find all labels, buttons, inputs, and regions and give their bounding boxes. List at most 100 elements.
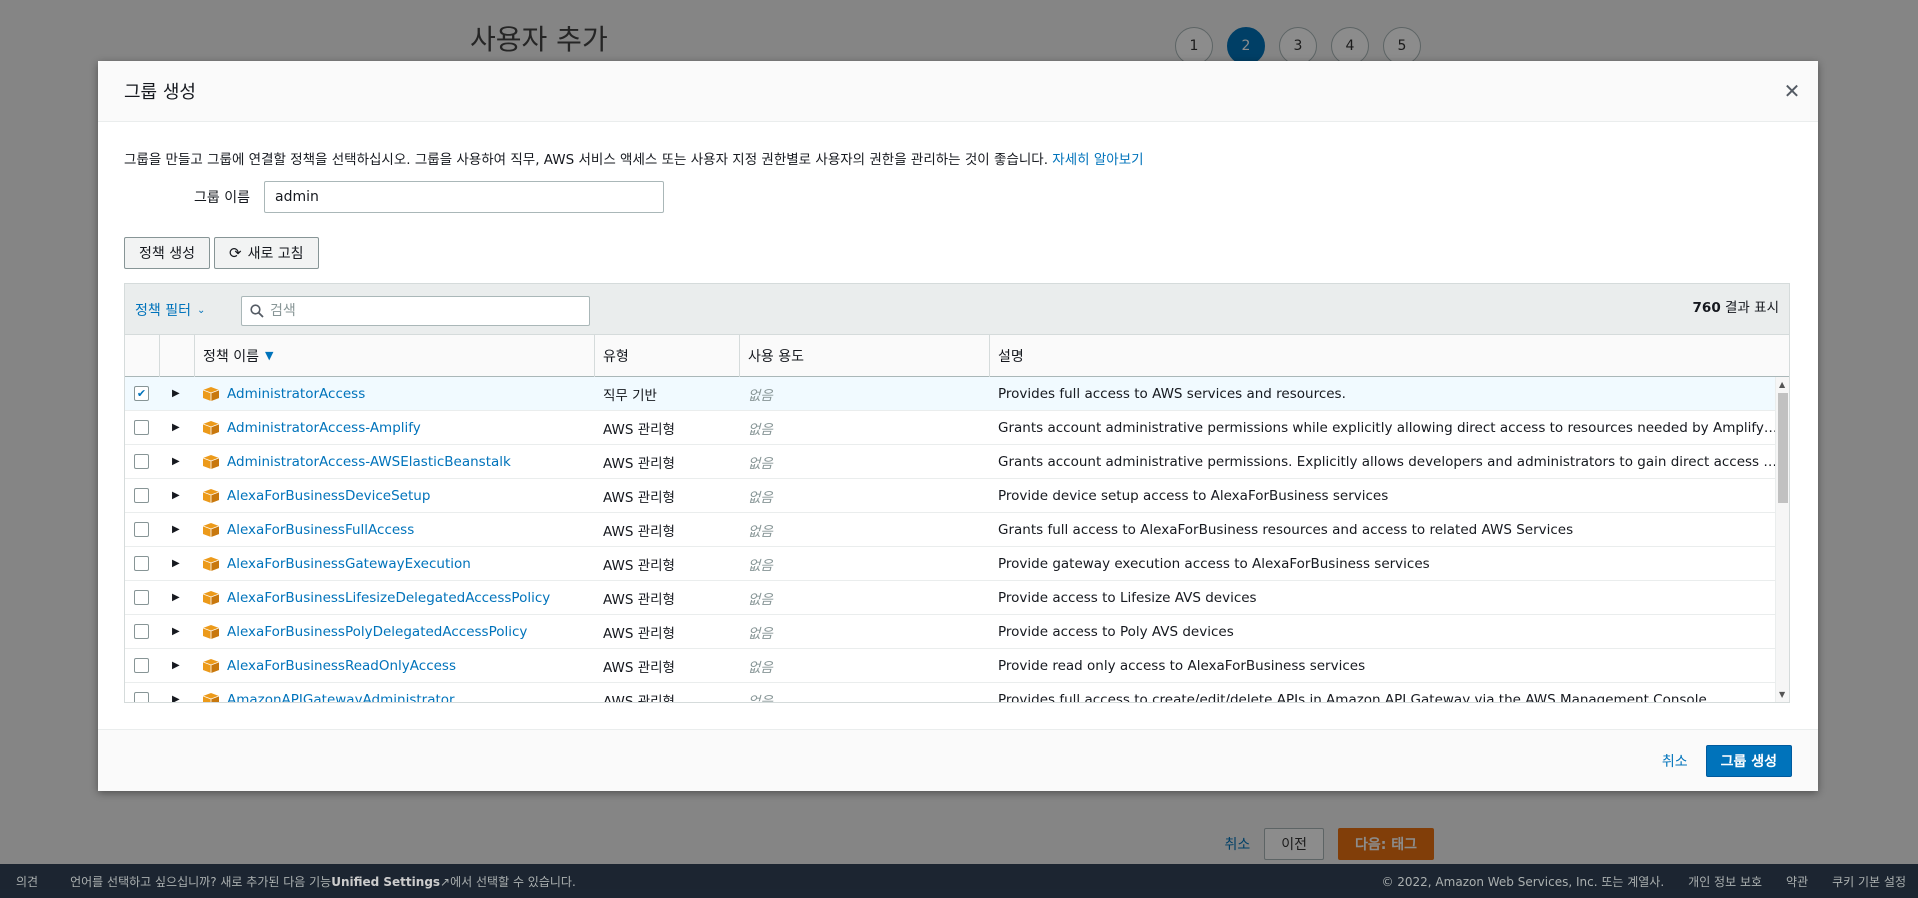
expand-triangle-icon[interactable]: ▶ [172, 592, 180, 603]
result-count-suffix: 결과 표시 [1725, 300, 1779, 316]
result-count: 760 결과 표시 [1693, 296, 1779, 316]
policy-description: Provide gateway execution access to Alex… [998, 555, 1430, 572]
policy-use: 없음 [748, 693, 773, 703]
policy-name-link[interactable]: AmazonAPIGatewayAdministrator [227, 692, 455, 703]
expand-triangle-icon[interactable]: ▶ [172, 388, 180, 399]
search-input[interactable] [270, 303, 570, 319]
row-name-cell: AlexaForBusinessDeviceSetup [195, 479, 595, 513]
row-name-cell: AdministratorAccess-Amplify [195, 411, 595, 445]
policy-name-link[interactable]: AlexaForBusinessPolyDelegatedAccessPolic… [227, 624, 527, 640]
expand-triangle-icon[interactable]: ▶ [172, 456, 180, 467]
row-select-cell [125, 479, 160, 513]
row-select-cell [125, 615, 160, 649]
row-checkbox[interactable] [134, 488, 149, 503]
policy-use: 없음 [748, 591, 773, 608]
row-type-cell: AWS 관리형 [595, 615, 740, 649]
row-checkbox[interactable] [134, 556, 149, 571]
table-row[interactable]: ✔ ▶ AdministratorAccess 직무 기반 없음 Provides ful… [125, 377, 1789, 411]
group-name-input[interactable] [264, 181, 664, 213]
expand-triangle-icon[interactable]: ▶ [172, 660, 180, 671]
row-expand-cell: ▶ [160, 513, 195, 547]
row-checkbox[interactable] [134, 420, 149, 435]
policy-type: AWS 관리형 [603, 455, 675, 472]
row-desc-cell: Provide device setup access to AlexaForB… [990, 479, 1789, 513]
row-checkbox[interactable]: ✔ [134, 386, 149, 401]
table-row[interactable]: ▶ AdministratorAccess-Amplify AWS 관리형 없음 Gra… [125, 411, 1789, 445]
policy-package-icon [203, 420, 219, 435]
learn-more-link[interactable]: 자세히 알아보기 [1052, 152, 1143, 168]
expand-triangle-icon[interactable]: ▶ [172, 626, 180, 637]
header-description[interactable]: 설명 [990, 335, 1789, 377]
header-policy-name[interactable]: 정책 이름 ▼ [195, 334, 595, 377]
policy-description: Provide read only access to AlexaForBusi… [998, 657, 1366, 674]
policy-use: 없음 [748, 421, 773, 438]
table-row[interactable]: ▶ AdministratorAccess-AWSElasticBeanstalk… [125, 445, 1789, 479]
policy-name-link[interactable]: AlexaForBusinessLifesizeDelegatedAccessP… [227, 590, 550, 606]
row-checkbox[interactable] [134, 454, 149, 469]
policy-type: 직무 기반 [603, 387, 657, 404]
row-name-cell: AmazonAPIGatewayAdministrator [195, 683, 595, 703]
table-scrollbar[interactable]: ▲ ▼ [1775, 377, 1789, 702]
scroll-thumb[interactable] [1778, 393, 1788, 503]
table-row[interactable]: ▶ AlexaForBusinessPolyDelegatedAccessPoli… [125, 615, 1789, 649]
row-checkbox[interactable] [134, 692, 149, 702]
table-row[interactable]: ▶ AlexaForBusinessGatewayExecution AWS 관리형… [125, 547, 1789, 581]
policy-filter-label: 정책 필터 [135, 303, 191, 319]
search-icon [250, 304, 264, 318]
row-expand-cell: ▶ [160, 445, 195, 479]
row-use-cell: 없음 [740, 547, 990, 581]
policy-name-link[interactable]: AdministratorAccess [227, 386, 365, 402]
create-group-modal: 그룹 생성 ✕ 그룹을 만들고 그룹에 연결할 정책을 선택하십시오. 그룹을 … [98, 61, 1818, 791]
row-checkbox[interactable] [134, 658, 149, 673]
table-row[interactable]: ▶ AlexaForBusinessLifesizeDelegatedAccess… [125, 581, 1789, 615]
search-box [241, 296, 590, 326]
refresh-button[interactable]: ⟳ 새로 고침 [213, 237, 319, 269]
table-row[interactable]: ▶ AmazonAPIGatewayAdministrator AWS 관리형 없음 P… [125, 683, 1789, 702]
policy-name-link[interactable]: AlexaForBusinessDeviceSetup [227, 488, 430, 504]
table-row[interactable]: ▶ AlexaForBusinessDeviceSetup AWS 관리형 없음 Pro… [125, 479, 1789, 513]
row-name-cell: AdministratorAccess-AWSElasticBeanstalk [195, 445, 595, 479]
cancel-button[interactable]: 취소 [1662, 751, 1688, 771]
scroll-up-icon[interactable]: ▲ [1779, 380, 1785, 389]
row-name-cell: AlexaForBusinessPolyDelegatedAccessPolic… [195, 615, 595, 649]
scroll-down-icon[interactable]: ▼ [1779, 690, 1785, 699]
create-policy-button[interactable]: 정책 생성 [124, 237, 210, 269]
table-row[interactable]: ▶ AlexaForBusinessReadOnlyAccess AWS 관리형 없음… [125, 649, 1789, 683]
policy-actions: 정책 생성 ⟳ 새로 고침 [124, 237, 319, 269]
header-policy-name-label: 정책 이름 [203, 348, 259, 365]
header-type-label: 유형 [603, 348, 629, 365]
row-expand-cell: ▶ [160, 649, 195, 683]
row-expand-cell: ▶ [160, 411, 195, 445]
row-type-cell: AWS 관리형 [595, 649, 740, 683]
policy-name-link[interactable]: AlexaForBusinessReadOnlyAccess [227, 658, 456, 674]
header-type[interactable]: 유형 [595, 334, 740, 377]
modal-header: 그룹 생성 ✕ [98, 61, 1818, 122]
table-header: 정책 이름 ▼ 유형 사용 용도 설명 [125, 334, 1789, 377]
close-icon[interactable]: ✕ [1780, 79, 1804, 103]
policy-package-icon [203, 522, 219, 537]
create-group-button[interactable]: 그룹 생성 [1705, 744, 1792, 777]
expand-triangle-icon[interactable]: ▶ [172, 558, 180, 569]
policy-use: 없음 [748, 387, 773, 404]
expand-triangle-icon[interactable]: ▶ [172, 694, 180, 702]
row-checkbox[interactable] [134, 590, 149, 605]
policy-name-link[interactable]: AdministratorAccess-Amplify [227, 420, 421, 436]
row-select-cell [125, 649, 160, 683]
policy-description: Provide access to Lifesize AVS devices [998, 589, 1257, 606]
policy-name-link[interactable]: AlexaForBusinessGatewayExecution [227, 556, 471, 572]
policy-package-icon [203, 590, 219, 605]
row-checkbox[interactable] [134, 522, 149, 537]
row-use-cell: 없음 [740, 411, 990, 445]
policy-filter-dropdown[interactable]: 정책 필터 ⌄ [135, 300, 205, 320]
header-use[interactable]: 사용 용도 [740, 334, 990, 377]
table-row[interactable]: ▶ AlexaForBusinessFullAccess AWS 관리형 없음 Gran… [125, 513, 1789, 547]
expand-triangle-icon[interactable]: ▶ [172, 524, 180, 535]
expand-triangle-icon[interactable]: ▶ [172, 422, 180, 433]
policy-name-link[interactable]: AdministratorAccess-AWSElasticBeanstalk [227, 454, 511, 470]
row-checkbox[interactable] [134, 624, 149, 639]
policy-package-icon [203, 658, 219, 673]
chevron-down-icon: ⌄ [196, 304, 206, 316]
policy-package-icon [203, 624, 219, 639]
expand-triangle-icon[interactable]: ▶ [172, 490, 180, 501]
policy-name-link[interactable]: AlexaForBusinessFullAccess [227, 522, 414, 538]
